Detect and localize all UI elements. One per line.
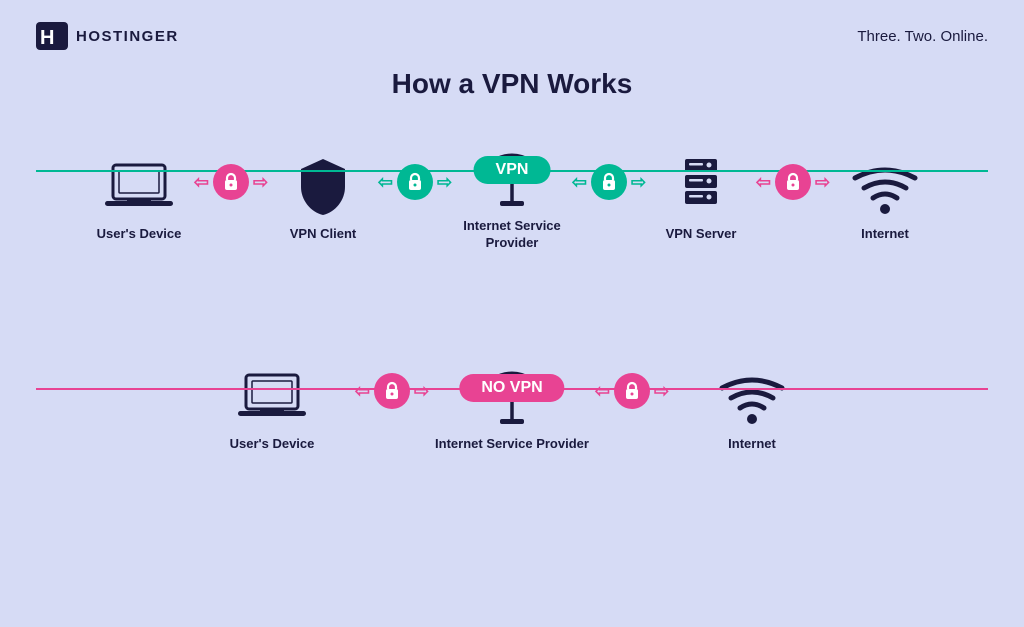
connector-3: ⇦ ⇨ bbox=[577, 164, 641, 200]
novpn-internet-label: Internet bbox=[728, 436, 776, 453]
novpn-internet: Internet bbox=[672, 366, 832, 453]
vpn-server-label: VPN Server bbox=[666, 226, 737, 243]
novpn-section: NO VPN User's Device ⇦ bbox=[36, 366, 988, 536]
svg-text:H: H bbox=[40, 27, 54, 49]
novpn-connector-1: ⇦ ⇨ bbox=[352, 373, 432, 409]
logo-text: HOSTINGER bbox=[76, 28, 179, 45]
wifi-icon bbox=[851, 156, 919, 218]
novpn-left-arrow-2: ⇦ bbox=[595, 382, 610, 400]
vpn-isp-label: Internet Service Provider bbox=[447, 218, 577, 252]
vpn-users-device-label: User's Device bbox=[97, 226, 182, 243]
right-arrow-icon-4: ⇨ bbox=[815, 173, 830, 191]
novpn-lock-2 bbox=[614, 373, 650, 409]
hostinger-logo-icon: H bbox=[36, 22, 68, 50]
vpn-badge: VPN bbox=[474, 156, 551, 184]
right-arrow-icon-2: ⇨ bbox=[437, 173, 452, 191]
laptop-icon-2 bbox=[238, 366, 306, 428]
novpn-users-device-label: User's Device bbox=[230, 436, 315, 453]
novpn-connector-2: ⇦ ⇨ bbox=[592, 373, 672, 409]
right-arrow-icon-3: ⇨ bbox=[631, 173, 646, 191]
page-title: How a VPN Works bbox=[0, 68, 1024, 100]
novpn-isp-label: Internet Service Provider bbox=[435, 436, 589, 453]
lock-icon-2 bbox=[397, 164, 433, 200]
right-arrow-icon: ⇨ bbox=[253, 173, 268, 191]
connector-1: ⇦ ⇨ bbox=[199, 164, 263, 200]
novpn-users-device: User's Device bbox=[192, 366, 352, 453]
novpn-right-arrow-1: ⇨ bbox=[414, 382, 429, 400]
tagline: Three. Two. Online. bbox=[857, 28, 988, 45]
shield-icon bbox=[297, 156, 349, 218]
laptop-icon bbox=[105, 156, 173, 218]
wifi-icon-2 bbox=[718, 366, 786, 428]
logo: H HOSTINGER bbox=[36, 22, 179, 50]
left-arrow-icon-3: ⇦ bbox=[572, 173, 587, 191]
connector-2: ⇦ ⇨ bbox=[383, 164, 447, 200]
left-arrow-icon: ⇦ bbox=[194, 173, 209, 191]
server-icon bbox=[679, 156, 723, 218]
left-arrow-icon-2: ⇦ bbox=[378, 173, 393, 191]
novpn-badge: NO VPN bbox=[459, 374, 564, 402]
lock-icon-3 bbox=[591, 164, 627, 200]
header: H HOSTINGER Three. Two. Online. bbox=[0, 0, 1024, 60]
lock-icon-4 bbox=[775, 164, 811, 200]
diagrams: VPN User's Device ⇦ bbox=[0, 148, 1024, 536]
vpn-client-label: VPN Client bbox=[290, 226, 356, 243]
vpn-internet-label: Internet bbox=[861, 226, 909, 243]
left-arrow-icon-4: ⇦ bbox=[756, 173, 771, 191]
vpn-section: VPN User's Device ⇦ bbox=[36, 148, 988, 318]
connector-4: ⇦ ⇨ bbox=[761, 164, 825, 200]
novpn-right-arrow-2: ⇨ bbox=[654, 382, 669, 400]
lock-icon-1 bbox=[213, 164, 249, 200]
novpn-left-arrow-1: ⇦ bbox=[355, 382, 370, 400]
novpn-lock-1 bbox=[374, 373, 410, 409]
